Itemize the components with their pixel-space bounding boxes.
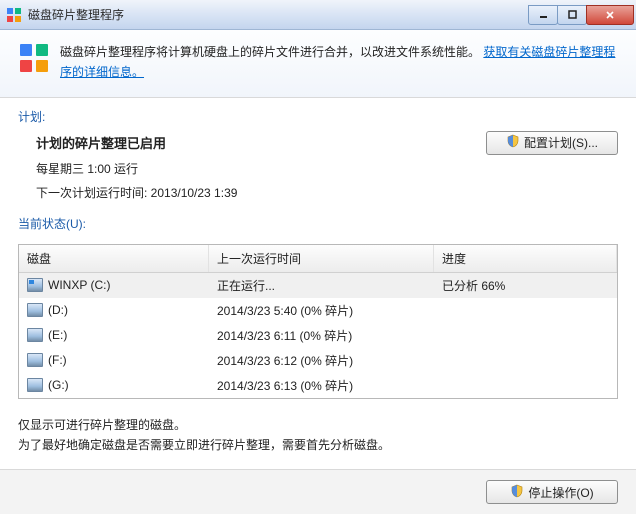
footer-line2: 为了最好地确定磁盘是否需要立即进行碎片整理，需要首先分析磁盘。 xyxy=(18,435,618,455)
header-disk[interactable]: 磁盘 xyxy=(19,245,209,272)
window-controls xyxy=(529,5,634,25)
disk-name: (D:) xyxy=(48,303,68,317)
footer-note: 仅显示可进行碎片整理的磁盘。 为了最好地确定磁盘是否需要立即进行碎片整理，需要首… xyxy=(0,409,636,456)
disk-name: (G:) xyxy=(48,378,69,392)
header-last-run[interactable]: 上一次运行时间 xyxy=(209,245,434,272)
configure-schedule-label: 配置计划(S)... xyxy=(524,134,598,151)
defrag-large-icon xyxy=(18,42,50,74)
info-banner: 磁盘碎片整理程序将计算机硬盘上的碎片文件进行合并，以改进文件系统性能。 获取有关… xyxy=(0,30,636,98)
table-header: 磁盘 上一次运行时间 进度 xyxy=(19,245,617,273)
drive-icon xyxy=(27,303,43,317)
table-row[interactable]: (G:) 2014/3/23 6:13 (0% 碎片) xyxy=(19,373,617,398)
table-row[interactable]: (E:) 2014/3/23 6:11 (0% 碎片) xyxy=(19,323,617,348)
footer-line1: 仅显示可进行碎片整理的磁盘。 xyxy=(18,415,618,435)
progress-cell xyxy=(434,376,617,395)
drive-icon xyxy=(27,353,43,367)
info-description: 磁盘碎片整理程序将计算机硬盘上的碎片文件进行合并，以改进文件系统性能。 xyxy=(60,45,480,59)
minimize-button[interactable] xyxy=(528,5,558,25)
shield-icon xyxy=(510,484,524,501)
table-row[interactable]: (F:) 2014/3/23 6:12 (0% 碎片) xyxy=(19,348,617,373)
stop-operation-label: 停止操作(O) xyxy=(528,484,593,501)
windows-drive-icon xyxy=(27,278,43,292)
maximize-button[interactable] xyxy=(557,5,587,25)
disk-cell: (D:) xyxy=(19,301,209,320)
last-run-cell: 2014/3/23 6:11 (0% 碎片) xyxy=(209,326,434,345)
titlebar: 磁盘碎片整理程序 xyxy=(0,0,636,30)
window-title: 磁盘碎片整理程序 xyxy=(28,6,529,23)
bottom-bar: 停止操作(O) xyxy=(0,469,636,514)
disk-name: (E:) xyxy=(48,328,67,342)
progress-cell xyxy=(434,301,617,320)
progress-cell: 已分析 66% xyxy=(434,276,617,295)
last-run-cell: 2014/3/23 6:12 (0% 碎片) xyxy=(209,351,434,370)
last-run-cell: 2014/3/23 5:40 (0% 碎片) xyxy=(209,301,434,320)
table-row[interactable]: WINXP (C:) 正在运行...已分析 66% xyxy=(19,273,617,298)
disk-name: (F:) xyxy=(48,353,67,367)
disk-table: 磁盘 上一次运行时间 进度 WINXP (C:) 正在运行...已分析 66% (D… xyxy=(18,244,618,399)
disk-cell: (E:) xyxy=(19,326,209,345)
status-section-label: 当前状态(U): xyxy=(0,205,636,238)
disk-cell: WINXP (C:) xyxy=(19,276,209,295)
schedule-line1: 每星期三 1:00 运行 xyxy=(36,157,466,181)
stop-operation-button[interactable]: 停止操作(O) xyxy=(486,480,618,504)
shield-icon xyxy=(506,134,520,151)
disk-cell: (F:) xyxy=(19,351,209,370)
drive-icon xyxy=(27,328,43,342)
table-row[interactable]: (D:) 2014/3/23 5:40 (0% 碎片) xyxy=(19,298,617,323)
last-run-cell: 2014/3/23 6:13 (0% 碎片) xyxy=(209,376,434,395)
schedule-info: 计划的碎片整理已启用 每星期三 1:00 运行 下一次计划运行时间: 2013/… xyxy=(36,131,466,205)
configure-schedule-button[interactable]: 配置计划(S)... xyxy=(486,131,618,155)
info-text: 磁盘碎片整理程序将计算机硬盘上的碎片文件进行合并，以改进文件系统性能。 获取有关… xyxy=(60,42,618,83)
disk-cell: (G:) xyxy=(19,376,209,395)
close-button[interactable] xyxy=(586,5,634,25)
schedule-line2: 下一次计划运行时间: 2013/10/23 1:39 xyxy=(36,181,466,205)
schedule-title: 计划的碎片整理已启用 xyxy=(36,131,466,157)
progress-cell xyxy=(434,351,617,370)
header-progress[interactable]: 进度 xyxy=(434,245,617,272)
disk-name: WINXP (C:) xyxy=(48,278,110,292)
schedule-section-label: 计划: xyxy=(0,98,636,131)
progress-cell xyxy=(434,326,617,345)
defrag-icon xyxy=(6,7,22,23)
last-run-cell: 正在运行... xyxy=(209,276,434,295)
drive-icon xyxy=(27,378,43,392)
